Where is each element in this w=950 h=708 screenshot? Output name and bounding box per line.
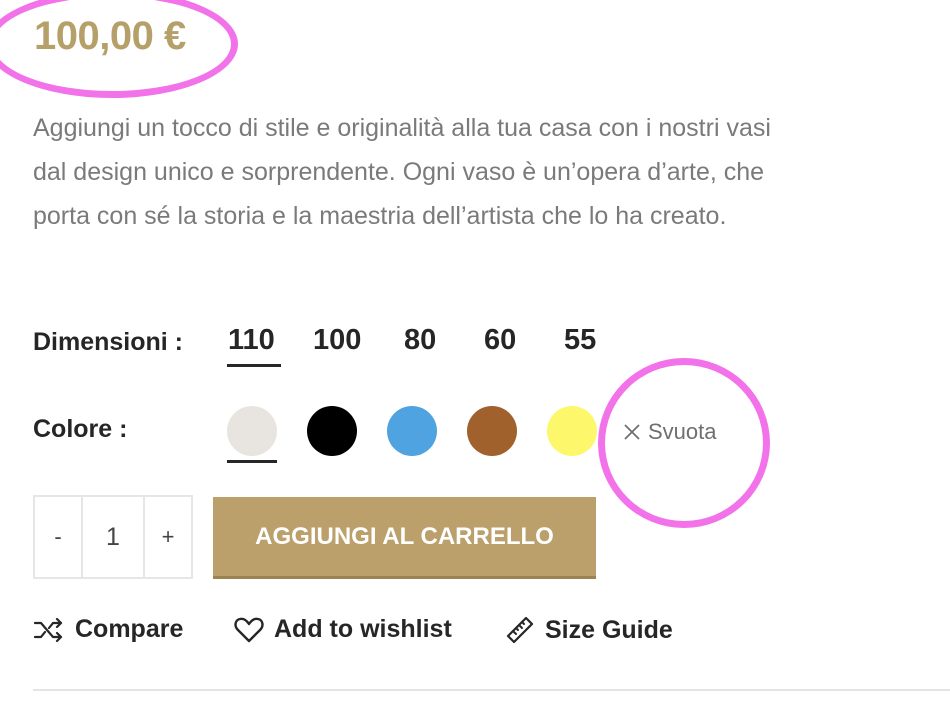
quantity-stepper: - 1 + bbox=[33, 495, 193, 579]
size-option-60[interactable]: 60 bbox=[484, 324, 516, 357]
wishlist-label: Add to wishlist bbox=[274, 615, 452, 643]
wishlist-button[interactable]: Add to wishlist bbox=[234, 615, 452, 644]
selected-color-indicator bbox=[227, 460, 277, 463]
heart-icon bbox=[234, 617, 264, 642]
quantity-increase-button[interactable]: + bbox=[145, 497, 191, 577]
price-highlight-circle bbox=[0, 0, 238, 98]
compare-button[interactable]: Compare bbox=[33, 615, 183, 644]
product-description: Aggiungi un tocco di stile e originalità… bbox=[33, 114, 771, 230]
color-swatch-yellow[interactable] bbox=[547, 406, 597, 456]
ruler-icon bbox=[506, 616, 534, 644]
quantity-decrease-button[interactable]: - bbox=[35, 497, 81, 577]
size-option-55[interactable]: 55 bbox=[564, 324, 596, 357]
color-swatch-brown[interactable] bbox=[467, 406, 517, 456]
add-to-cart-button[interactable]: AGGIUNGI AL CARRELLO bbox=[213, 497, 596, 579]
size-option-100[interactable]: 100 bbox=[313, 324, 361, 357]
selected-size-indicator bbox=[227, 364, 281, 367]
size-guide-label: Size Guide bbox=[545, 615, 673, 644]
size-option-80[interactable]: 80 bbox=[404, 324, 436, 357]
color-swatch-blue[interactable] bbox=[387, 406, 437, 456]
size-option-110[interactable]: 110 bbox=[228, 324, 275, 357]
divider bbox=[33, 689, 950, 691]
color-swatch-black[interactable] bbox=[307, 406, 357, 456]
color-swatch-white[interactable] bbox=[227, 406, 277, 456]
reset-highlight-circle bbox=[598, 358, 770, 528]
compare-label: Compare bbox=[75, 615, 184, 643]
quantity-input[interactable]: 1 bbox=[81, 497, 145, 577]
size-label: Dimensioni : bbox=[33, 328, 184, 356]
color-label: Colore : bbox=[33, 415, 128, 443]
shuffle-icon bbox=[33, 617, 63, 642]
size-guide-button[interactable]: Size Guide bbox=[505, 615, 673, 645]
